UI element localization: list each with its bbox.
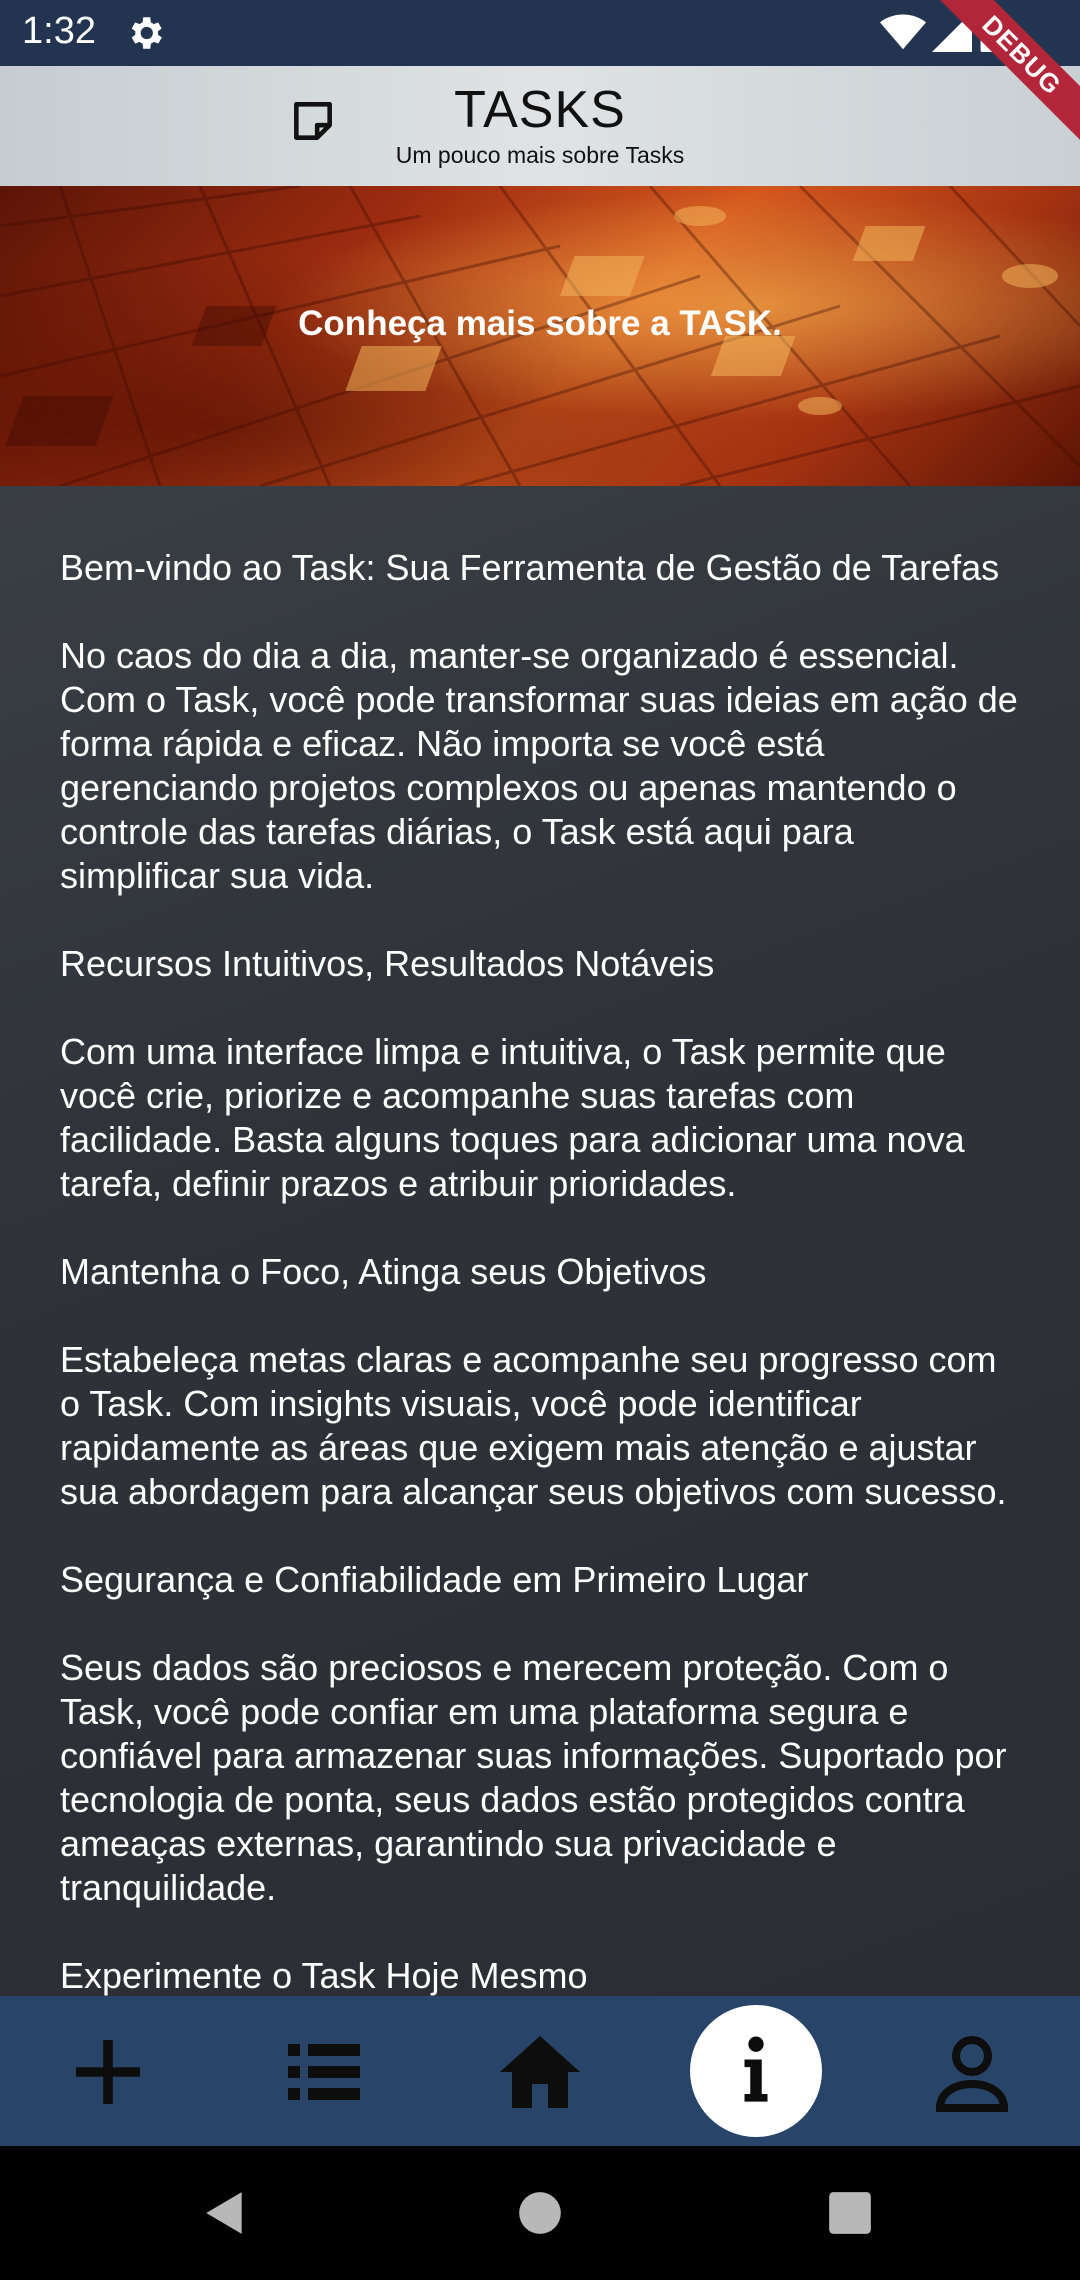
home-circle-icon[interactable]	[515, 2188, 565, 2238]
recents-icon[interactable]	[825, 2188, 875, 2238]
info-tab-active[interactable]	[690, 2005, 822, 2137]
paragraph-focus: Estabeleça metas claras e acompanhe seu …	[60, 1339, 1007, 1512]
add-icon[interactable]	[60, 2024, 156, 2120]
system-navigation-bar	[0, 2146, 1080, 2280]
paragraph-features: Com uma interface limpa e intuitiva, o T…	[60, 1031, 965, 1204]
app-bar: TASKS Um pouco mais sobre Tasks	[0, 66, 1080, 186]
hero-title: Conheça mais sobre a TASK.	[298, 304, 782, 343]
page-title: TASKS	[454, 81, 626, 139]
about-text: Bem-vindo ao Task: Sua Ferramenta de Ges…	[60, 546, 1020, 1996]
heading-security: Segurança e Confiabilidade em Primeiro L…	[60, 1559, 809, 1600]
about-content: Bem-vindo ao Task: Sua Ferramenta de Ges…	[0, 486, 1080, 1996]
paragraph-security: Seus dados são preciosos e merecem prote…	[60, 1647, 1007, 1908]
page-subtitle: Um pouco mais sobre Tasks	[395, 142, 685, 168]
status-bar: 1:32	[0, 0, 1080, 66]
gear-icon	[131, 17, 162, 49]
back-icon[interactable]	[200, 2188, 250, 2238]
paragraph-intro: No caos do dia a dia, manter-se organiza…	[60, 635, 1018, 896]
bottom-navigation	[0, 1996, 1080, 2146]
status-time: 1:32	[22, 10, 96, 52]
heading-try: Experimente o Task Hoje Mesmo	[60, 1955, 588, 1996]
wifi-icon	[880, 14, 926, 50]
list-icon[interactable]	[276, 2024, 372, 2120]
person-icon[interactable]	[924, 2024, 1020, 2120]
hero-banner: Conheça mais sobre a TASK.	[0, 186, 1080, 486]
info-icon	[744, 2036, 768, 2102]
heading-features: Recursos Intuitivos, Resultados Notáveis	[60, 943, 715, 984]
home-icon[interactable]	[492, 2024, 588, 2120]
heading-focus: Mantenha o Foco, Atinga seus Objetivos	[60, 1251, 707, 1292]
heading-welcome: Bem-vindo ao Task: Sua Ferramenta de Ges…	[60, 547, 1000, 588]
